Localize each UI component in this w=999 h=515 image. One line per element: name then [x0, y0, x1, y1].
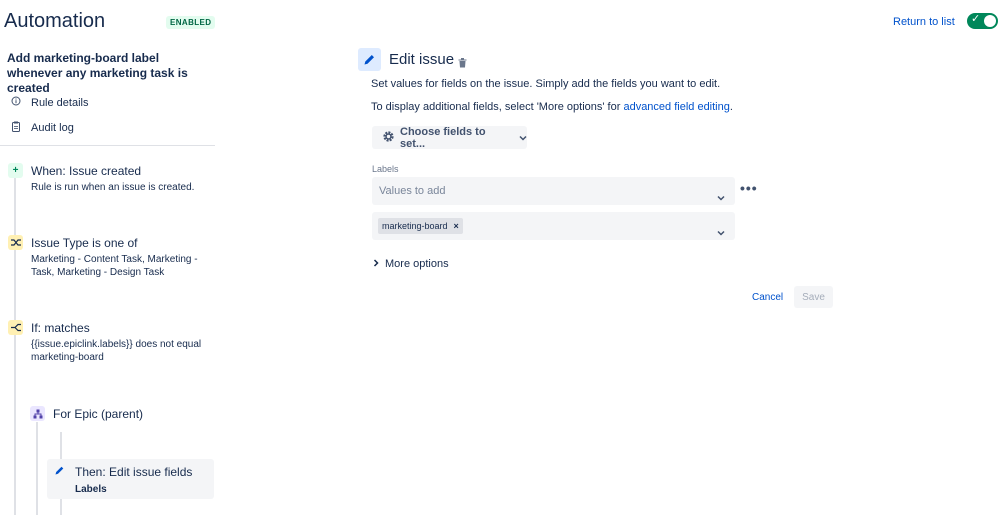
toggle-knob — [984, 15, 996, 27]
page-title: Automation — [4, 10, 106, 32]
advanced-field-editing-link[interactable]: advanced field editing — [623, 101, 729, 113]
rule-name[interactable]: Add marketing-board label whenever any m… — [7, 51, 217, 96]
chevron-down-icon — [519, 132, 527, 144]
chevron-down-icon — [717, 188, 725, 206]
choose-fields-button[interactable]: Choose fields to set... — [372, 125, 527, 150]
more-actions-icon[interactable]: ••• — [740, 180, 758, 196]
shuffle-icon — [8, 235, 23, 250]
component-title[interactable]: For Epic (parent) — [53, 407, 143, 421]
hierarchy-icon — [30, 406, 45, 421]
component-title[interactable]: When: Issue created — [31, 164, 141, 178]
status-badge: ENABLED — [166, 16, 216, 29]
remove-tag-icon[interactable]: × — [454, 221, 459, 231]
component-description: Labels — [75, 484, 107, 495]
trash-icon[interactable] — [458, 55, 467, 73]
labels-mode-select[interactable]: Values to add — [372, 177, 735, 205]
component-description: Marketing - Content Task, Marketing - Ta… — [31, 254, 198, 278]
plus-icon: + — [8, 163, 23, 178]
pencil-icon — [358, 48, 381, 71]
component-description: {{issue.epiclink.labels}} does not equal… — [31, 339, 202, 363]
nav-label: Audit log — [31, 122, 74, 134]
component-title[interactable]: If: matches — [31, 321, 90, 335]
component-title[interactable]: Then: Edit issue fields — [75, 465, 192, 479]
branch-icon — [8, 320, 23, 335]
values-to-add-text: Values to add — [379, 185, 446, 197]
panel-title: Edit issue — [389, 51, 455, 68]
info-icon — [10, 96, 22, 109]
more-options-label: More options — [385, 258, 449, 270]
check-icon: ✓ — [971, 13, 981, 25]
label-tag-text: marketing-board — [382, 221, 448, 231]
help-text: Set values for fields on the issue. Simp… — [371, 78, 721, 90]
flow-connector-line — [14, 178, 16, 515]
component-description: Rule is run when an issue is created. — [31, 182, 195, 193]
label-tag: marketing-board × — [378, 218, 463, 234]
sidebar-divider — [0, 145, 215, 146]
cancel-button[interactable]: Cancel — [752, 292, 783, 303]
choose-fields-label: Choose fields to set... — [400, 125, 486, 150]
rule-enabled-toggle[interactable]: ✓ — [967, 13, 998, 29]
help-text-suffix: . — [729, 101, 733, 113]
nav-audit-log[interactable]: Audit log — [10, 121, 74, 135]
branch-connector-line — [36, 422, 38, 515]
return-to-list-link[interactable]: Return to list — [893, 16, 955, 28]
component-title[interactable]: Issue Type is one of — [31, 236, 138, 250]
help-text-prefix: To display additional fields, select 'Mo… — [371, 101, 624, 113]
help-text: To display additional fields, select 'Mo… — [371, 101, 733, 113]
pencil-icon — [52, 463, 67, 478]
nav-label: Rule details — [31, 96, 89, 109]
more-options-toggle[interactable]: More options — [373, 258, 449, 270]
chevron-down-icon — [717, 223, 725, 241]
gear-icon — [382, 130, 395, 146]
save-button[interactable]: Save — [794, 286, 833, 308]
nav-rule-details[interactable]: Rule details — [10, 96, 88, 109]
clipboard-icon — [10, 121, 22, 135]
labels-field-label: Labels — [372, 164, 399, 174]
chevron-right-icon — [373, 258, 379, 270]
